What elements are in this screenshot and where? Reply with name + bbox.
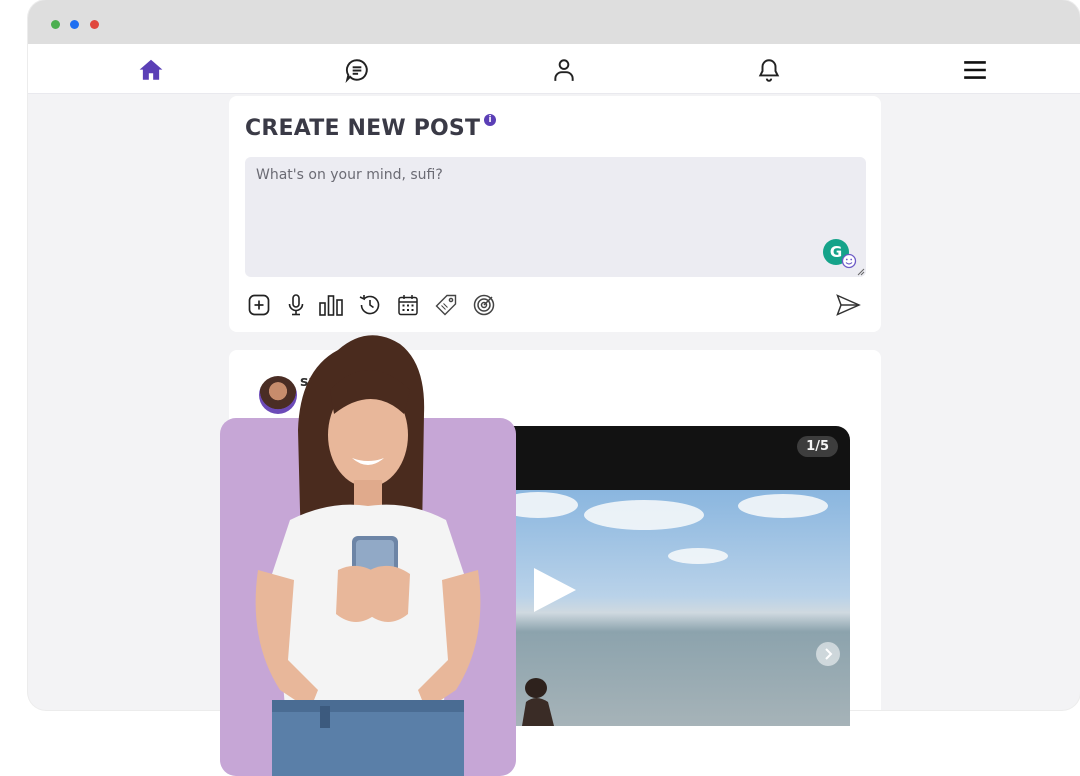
blue-dot[interactable] bbox=[70, 20, 79, 29]
history-icon[interactable] bbox=[357, 292, 383, 318]
post-input[interactable]: What's on your mind, sufi? G bbox=[245, 157, 866, 277]
play-icon[interactable] bbox=[534, 568, 576, 612]
next-arrow-icon[interactable] bbox=[816, 642, 840, 666]
info-icon[interactable]: i bbox=[484, 114, 497, 126]
green-dot[interactable] bbox=[51, 20, 60, 29]
create-post-title: CREATE NEW POST i bbox=[245, 114, 497, 141]
tag-icon[interactable] bbox=[433, 292, 459, 318]
microphone-icon[interactable] bbox=[283, 292, 309, 318]
bell-icon[interactable] bbox=[754, 56, 784, 84]
target-icon[interactable] bbox=[471, 292, 497, 318]
emoji-icon[interactable] bbox=[841, 253, 857, 269]
resize-handle-icon[interactable] bbox=[856, 267, 865, 276]
person-silhouette bbox=[522, 678, 554, 726]
promo-person-image bbox=[220, 330, 516, 776]
red-dot[interactable] bbox=[90, 20, 99, 29]
home-icon[interactable] bbox=[136, 56, 166, 84]
profile-icon[interactable] bbox=[549, 56, 579, 84]
media-carousel[interactable]: 1/5 bbox=[488, 426, 850, 726]
title-bar bbox=[28, 0, 1080, 44]
chat-icon[interactable] bbox=[342, 56, 372, 84]
top-navbar bbox=[28, 44, 1080, 94]
calendar-icon[interactable] bbox=[395, 292, 421, 318]
media-counter: 1/5 bbox=[797, 436, 838, 457]
send-icon[interactable] bbox=[835, 292, 861, 318]
menu-icon[interactable] bbox=[960, 56, 990, 84]
add-icon[interactable] bbox=[246, 292, 272, 318]
create-post-card: CREATE NEW POST i What's on your mind, su… bbox=[229, 96, 881, 332]
poll-icon[interactable] bbox=[318, 292, 344, 318]
create-post-heading: CREATE NEW POST bbox=[245, 116, 481, 141]
post-placeholder: What's on your mind, sufi? bbox=[256, 167, 443, 183]
